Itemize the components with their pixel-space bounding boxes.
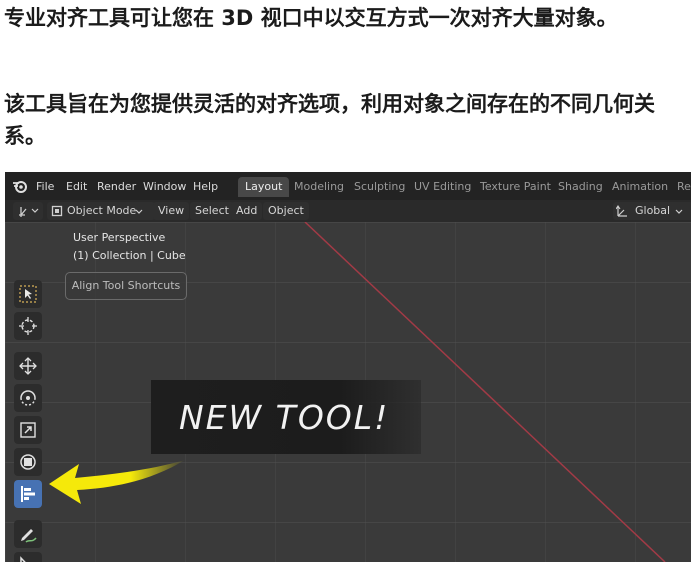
menu-help[interactable]: Help <box>193 180 218 193</box>
align-tool-icon <box>21 486 35 502</box>
menu-window[interactable]: Window <box>143 180 186 193</box>
tab-texture-paint[interactable]: Texture Paint <box>473 177 558 197</box>
align-tool[interactable] <box>14 480 42 508</box>
tab-modeling[interactable]: Modeling <box>287 177 351 197</box>
tab-uv-editing[interactable]: UV Editing <box>407 177 478 197</box>
transform-icon <box>20 454 36 470</box>
view-name: User Perspective <box>73 231 166 244</box>
menu-file[interactable]: File <box>36 180 54 193</box>
select-box-tool[interactable] <box>14 280 42 308</box>
align-tool-shortcuts-button[interactable]: Align Tool Shortcuts <box>65 272 187 300</box>
yellow-arrow-icon <box>49 460 185 504</box>
move-tool[interactable] <box>14 352 42 380</box>
tool-shelf <box>12 280 46 562</box>
tab-layout[interactable]: Layout <box>238 177 290 197</box>
chevron-down-icon <box>135 209 143 214</box>
intro-paragraph: 专业对齐工具可让您在 3D 视口中以交互方式一次对齐大量对象。 <box>4 6 618 30</box>
viewport-header: Object Mode View Select Add Object Globa… <box>5 200 691 222</box>
orientation-label: Global <box>635 204 671 217</box>
new-tool-label: NEW TOOL! <box>179 398 390 437</box>
tab-shading[interactable]: Shading <box>551 177 610 197</box>
measure-icon <box>20 556 26 562</box>
tab-animation[interactable]: Animation <box>605 177 675 197</box>
blender-logo-icon[interactable] <box>12 178 28 194</box>
description-paragraph: 该工具旨在为您提供灵活的对齐选项，利用对象之间存在的不同几何关系。 <box>4 92 655 148</box>
scale-icon <box>20 422 36 438</box>
menu-view[interactable]: View <box>153 202 190 220</box>
tab-sculpting[interactable]: Sculpting <box>347 177 412 197</box>
collection-info: (1) Collection | Cube <box>73 249 186 262</box>
tab-rendering[interactable]: Re <box>670 177 691 197</box>
blender-screenshot: File Edit Render Window Help Layout Mode… <box>5 172 691 562</box>
menu-object[interactable]: Object <box>263 202 309 220</box>
mode-selector[interactable]: Object Mode <box>47 202 155 220</box>
select-box-icon <box>19 285 37 303</box>
rotate-tool[interactable] <box>14 384 42 412</box>
transform-tool[interactable] <box>14 448 42 476</box>
annotate-icon <box>21 529 37 543</box>
move-icon <box>19 357 37 375</box>
measure-tool[interactable] <box>14 552 42 562</box>
cursor-icon <box>19 317 37 335</box>
menu-select[interactable]: Select <box>190 202 234 220</box>
orientation-icon <box>616 205 627 217</box>
new-tool-banner: NEW TOOL! <box>151 380 421 454</box>
menu-add[interactable]: Add <box>231 202 263 220</box>
editor-type-selector[interactable] <box>13 202 43 220</box>
transform-orientation-selector[interactable]: Global <box>613 202 691 220</box>
cursor-tool[interactable] <box>14 312 42 340</box>
axes-icon <box>19 207 39 217</box>
menu-edit[interactable]: Edit <box>66 180 87 193</box>
3d-viewport[interactable]: User Perspective (1) Collection | Cube A… <box>5 222 691 562</box>
chevron-down-icon <box>675 209 683 214</box>
top-menu-bar: File Edit Render Window Help Layout Mode… <box>5 172 691 200</box>
menu-render[interactable]: Render <box>97 180 136 193</box>
scale-tool[interactable] <box>14 416 42 444</box>
annotate-tool[interactable] <box>14 520 42 548</box>
object-mode-icon <box>51 205 63 217</box>
rotate-icon <box>20 390 36 406</box>
mode-label: Object Mode <box>67 204 137 217</box>
